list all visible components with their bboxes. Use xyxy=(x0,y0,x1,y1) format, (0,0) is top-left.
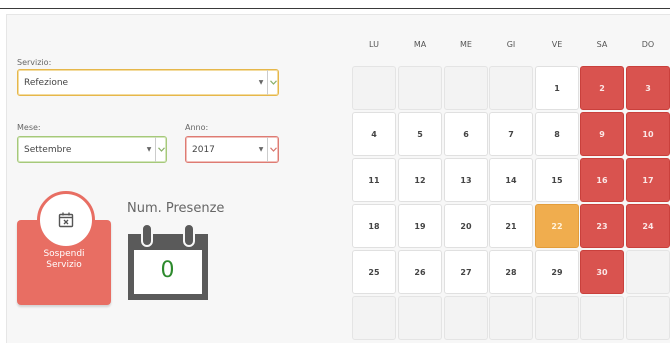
calendar-day[interactable]: 7 xyxy=(489,112,533,156)
anno-select[interactable]: 2017 ▼ xyxy=(185,136,279,163)
presenze-count: 0 xyxy=(160,258,175,283)
presenze-title: Num. Presenze xyxy=(127,201,225,216)
chevron-down-icon[interactable] xyxy=(155,137,166,162)
servizio-select[interactable]: Refezione ▼ xyxy=(17,69,279,96)
calendar-day[interactable]: 6 xyxy=(444,112,488,156)
calendar-day[interactable]: 24 xyxy=(626,204,670,248)
weekday-header: VE xyxy=(551,40,563,49)
calendar-day[interactable]: 17 xyxy=(626,158,670,202)
weekday-header: MA xyxy=(413,40,427,49)
calendar-day[interactable]: 3 xyxy=(626,66,670,110)
calendar-day[interactable]: 21 xyxy=(489,204,533,248)
calendar-day[interactable]: 30 xyxy=(580,250,624,294)
calendar-day[interactable]: 18 xyxy=(352,204,396,248)
anno-label: Anno: xyxy=(185,123,209,132)
weekday-header: SA xyxy=(596,40,608,49)
calendar-day[interactable]: 16 xyxy=(580,158,624,202)
weekday-header: GI xyxy=(506,40,516,49)
suspend-label-line2: Servizio xyxy=(46,260,82,270)
calendar-day[interactable]: 23 xyxy=(580,204,624,248)
calendar-day[interactable]: 12 xyxy=(398,158,442,202)
calendar-day[interactable]: 11 xyxy=(352,158,396,202)
top-divider xyxy=(0,8,670,9)
calendar-day[interactable]: 1 xyxy=(535,66,579,110)
calendar-day[interactable]: 25 xyxy=(352,250,396,294)
calendar-day[interactable]: 26 xyxy=(398,250,442,294)
calendar-empty-cell xyxy=(489,296,533,340)
calendar-day[interactable]: 10 xyxy=(626,112,670,156)
mese-value: Settembre xyxy=(24,144,72,155)
calendar-empty-cell xyxy=(626,296,670,340)
caret-down-icon: ▼ xyxy=(258,79,264,86)
calendar-empty-cell xyxy=(444,66,488,110)
calendar-empty-cell xyxy=(444,296,488,340)
calendar-day[interactable]: 28 xyxy=(489,250,533,294)
suspend-service-label[interactable]: Sospendi Servizio xyxy=(17,249,111,271)
servizio-value: Refezione xyxy=(24,77,69,88)
calendar-day[interactable]: 13 xyxy=(444,158,488,202)
calendar-day[interactable]: 29 xyxy=(535,250,579,294)
calendar-empty-cell xyxy=(352,66,396,110)
calendar-day[interactable]: 2 xyxy=(580,66,624,110)
calendar-day[interactable]: 19 xyxy=(398,204,442,248)
chevron-down-icon[interactable] xyxy=(267,137,278,162)
weekday-header: LU xyxy=(369,40,379,49)
servizio-label: Servizio: xyxy=(17,58,52,67)
calendar-day[interactable]: 8 xyxy=(535,112,579,156)
calendar-day[interactable]: 14 xyxy=(489,158,533,202)
suspend-label-line1: Sospendi xyxy=(43,249,85,259)
calendar-day[interactable]: 27 xyxy=(444,250,488,294)
calendar-day[interactable]: 20 xyxy=(444,204,488,248)
calendar-empty-cell xyxy=(535,296,579,340)
calendar-day[interactable]: 4 xyxy=(352,112,396,156)
calendar-x-icon[interactable] xyxy=(37,191,95,249)
mese-label: Mese: xyxy=(17,123,41,132)
calendar-day[interactable]: 15 xyxy=(535,158,579,202)
chevron-down-icon[interactable] xyxy=(267,70,278,95)
mese-select[interactable]: Settembre ▼ xyxy=(17,136,167,163)
calendar-empty-cell xyxy=(352,296,396,340)
caret-down-icon: ▼ xyxy=(258,146,264,153)
caret-down-icon: ▼ xyxy=(146,146,152,153)
weekday-header: DO xyxy=(641,40,655,49)
calendar-empty-cell xyxy=(580,296,624,340)
weekday-header: ME xyxy=(460,40,472,49)
calendar-empty-cell xyxy=(398,296,442,340)
calendar-day[interactable]: 22 xyxy=(535,204,579,248)
calendar-day[interactable]: 5 xyxy=(398,112,442,156)
calendar-empty-cell xyxy=(398,66,442,110)
calendar-empty-cell xyxy=(626,250,670,294)
anno-value: 2017 xyxy=(192,144,215,155)
calendar-empty-cell xyxy=(489,66,533,110)
calendar-day[interactable]: 9 xyxy=(580,112,624,156)
